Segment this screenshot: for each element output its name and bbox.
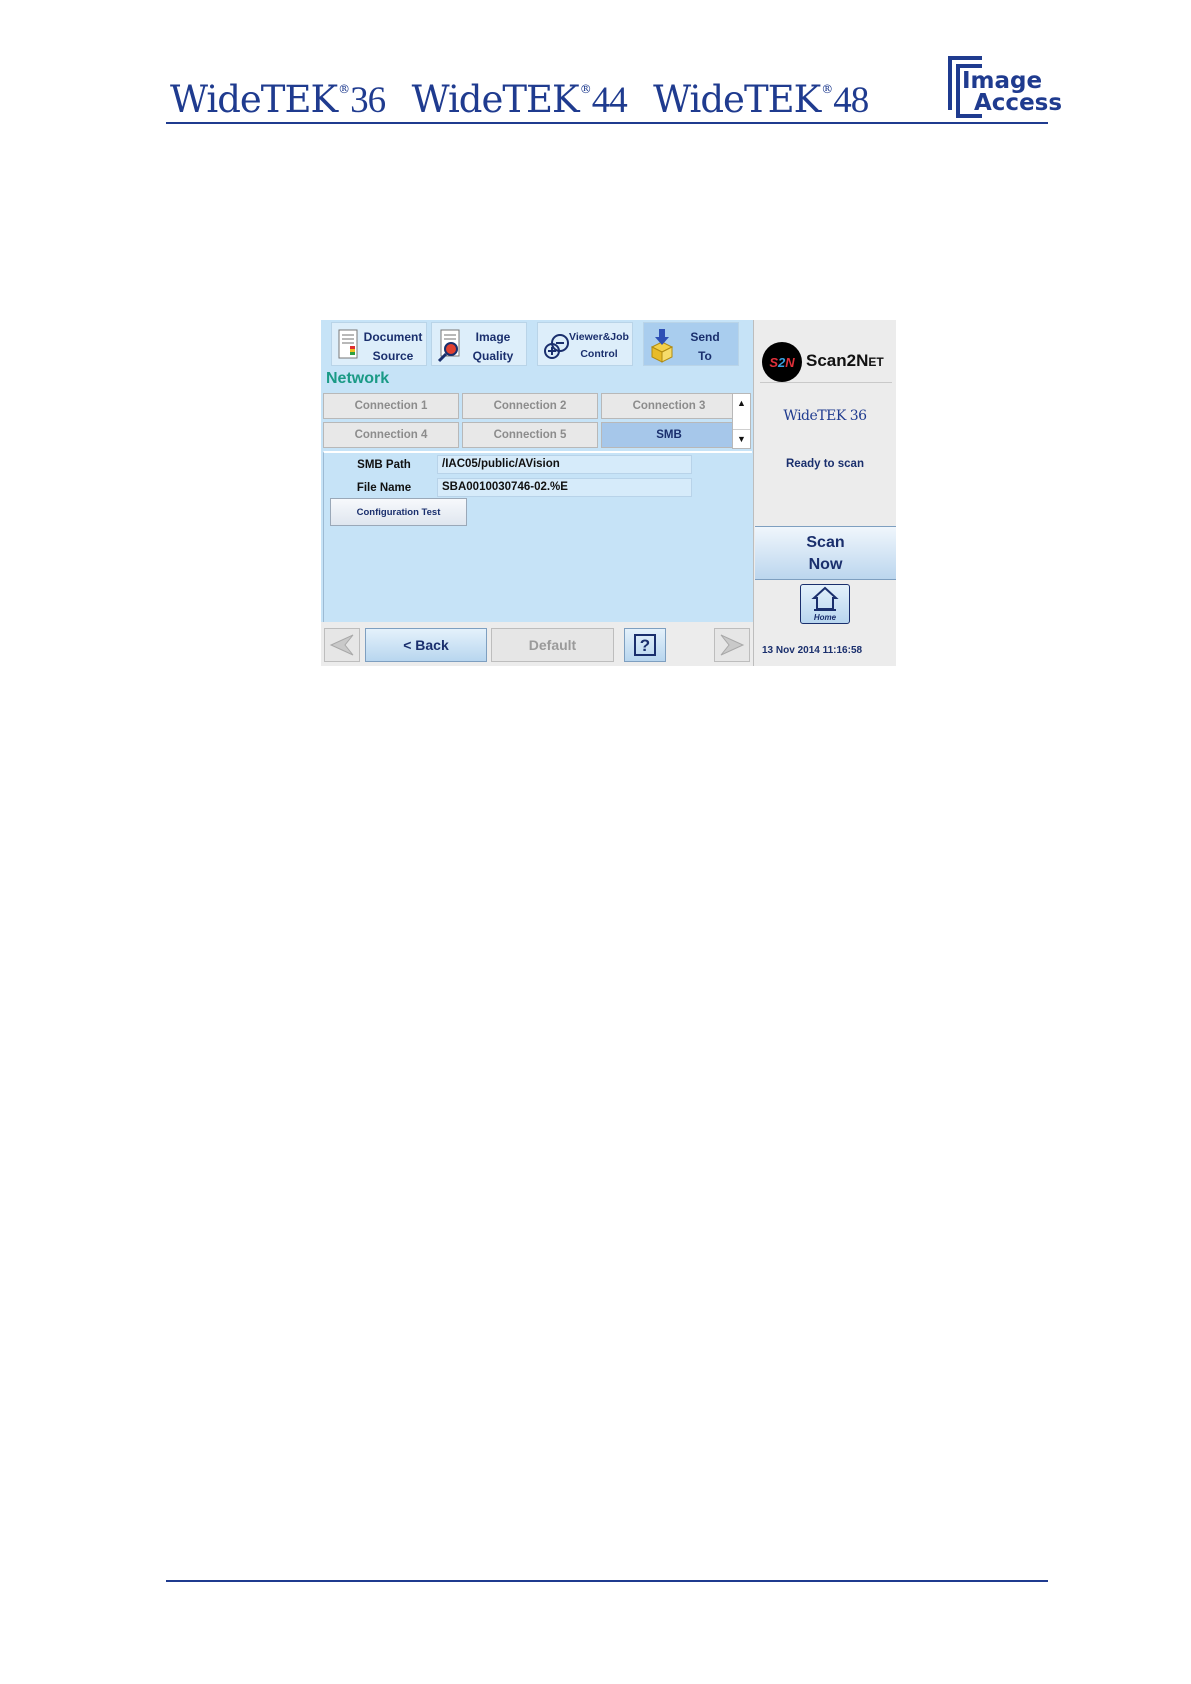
toolbar-document-source[interactable]: Document Source [331,322,427,366]
image-quality-icon [437,329,460,363]
current-datetime: 13 Nov 2014 11:16:58 [762,645,863,656]
tab-connection-5[interactable]: Connection 5 [462,422,598,448]
tab-connection-3[interactable]: Connection 3 [601,393,737,419]
tab-connection-1[interactable]: Connection 1 [323,393,459,419]
tab-connection-4[interactable]: Connection 4 [323,422,459,448]
scroll-up-arrow-icon[interactable]: ▲ [733,394,750,412]
toolbar-image-quality-label-2: Quality [472,349,514,363]
file-name-label: File Name [356,482,412,494]
brand-row: WideTEK®36 WideTEK®44 WideTEK®48 [170,78,890,122]
send-to-icon [650,329,674,363]
toolbar-image-quality-label-1: Image [475,330,511,344]
toolbar-document-source-label-1: Document [363,330,423,344]
scan-now-label-1: Scan [806,534,845,551]
toolbar-document-source-label-2: Source [372,349,414,363]
arrow-right-icon [720,634,745,656]
scan-now-button[interactable]: Scan Now [755,526,896,580]
viewer-zoom-icon [544,334,569,359]
smb-path-field[interactable]: /IAC05/public/AVision [437,455,692,474]
brand-widetek-44: WideTEK®44 [411,78,628,121]
toolbar-viewer-job-label-1: Viewer&Job [569,331,629,343]
header-divider [166,122,1048,124]
bottom-navigation-bar: < Back Default ? [321,622,753,666]
device-model: WideTEK 36 [783,408,867,424]
scanner-ui-screenshot: Document Source Image Quality Viewer&Job… [321,320,896,666]
logo-text-image: Image [962,68,1043,94]
toolbar-send-to[interactable]: Send To [643,322,739,366]
top-toolbar: Document Source Image Quality Viewer&Job… [321,320,753,368]
document-source-icon [338,329,358,359]
default-button[interactable]: Default [491,628,614,662]
toolbar-send-to-label-1: Send [690,330,720,344]
scan2net-logo: S2N Scan2NET [760,340,892,383]
arrow-left-icon [329,634,354,656]
toolbar-viewer-job-label-2: Control [580,348,618,360]
toolbar-send-to-label-2: To [698,349,712,363]
section-title: Network [326,370,390,387]
tab-connection-2[interactable]: Connection 2 [462,393,598,419]
brand-widetek-48: WideTEK®48 [653,78,869,121]
tabs-scrollbar[interactable]: ▲ ▼ [732,393,751,449]
scan2net-wordmark: Scan2NET [806,351,884,370]
footer-divider [166,1580,1048,1582]
image-access-logo: Image Access [948,56,1062,118]
configuration-test-button[interactable]: Configuration Test [330,498,467,526]
toolbar-image-quality[interactable]: Image Quality [431,322,527,366]
next-arrow-button[interactable] [714,628,750,662]
file-name-field[interactable]: SBA0010030746-02.%E [437,478,692,497]
scanner-status: Ready to scan [786,458,864,470]
toolbar-viewer-job-control[interactable]: Viewer&Job Control [537,322,633,366]
help-button[interactable]: ? [624,628,666,662]
scan-now-label-2: Now [808,556,843,573]
back-button[interactable]: < Back [365,628,487,662]
previous-arrow-button[interactable] [324,628,360,662]
smb-path-label: SMB Path [357,459,411,471]
main-panel: Document Source Image Quality Viewer&Job… [321,320,753,666]
smb-settings-panel: SMB Path /IAC05/public/AVision File Name… [323,451,752,624]
home-label: Home [813,613,837,622]
page-header: WideTEK®36 WideTEK®44 WideTEK®48 [166,60,1048,124]
home-button[interactable]: Home [800,584,850,624]
connection-tabs: Connection 1 Connection 2 Connection 3 C… [323,393,737,449]
s2n-mark-icon: S2N [762,342,802,382]
help-question-icon: ? [634,634,656,656]
status-sidebar: S2N Scan2NET WideTEK 36 Ready to scan Sc… [753,320,896,666]
scroll-down-arrow-icon[interactable]: ▼ [733,429,750,448]
tab-smb[interactable]: SMB [601,422,737,448]
logo-text-access: Access [974,90,1063,116]
brand-widetek-36: WideTEK®36 [170,78,386,121]
home-icon [811,586,839,611]
